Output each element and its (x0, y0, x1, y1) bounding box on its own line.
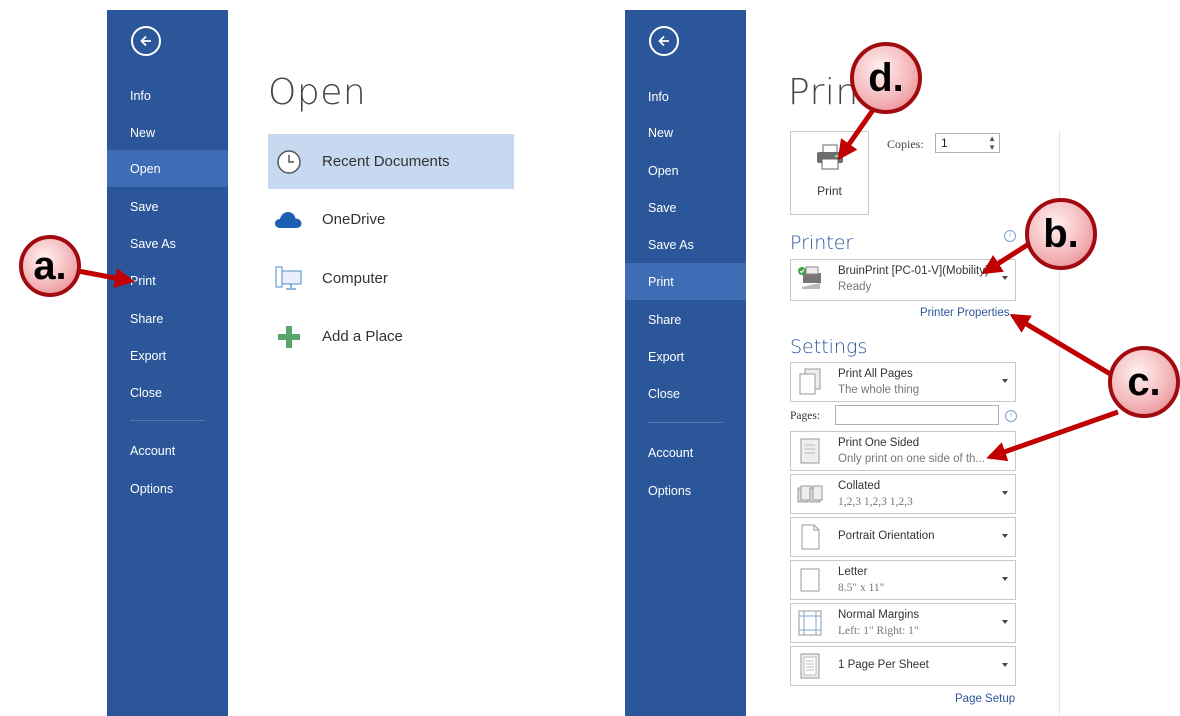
place-recent-documents[interactable]: Recent Documents (268, 134, 514, 189)
nav-divider (130, 420, 205, 421)
nav-new[interactable]: New (107, 114, 228, 151)
right-sidebar: Info New Open Save Save As Print Share E… (625, 10, 746, 716)
chevron-down-icon (1002, 491, 1008, 495)
place-label: Computer (322, 270, 388, 287)
margins-select[interactable]: Normal Margins Left: 1" Right: 1" (790, 603, 1016, 643)
printer-name: BruinPrint [PC-01-V](Mobility) (838, 265, 989, 277)
nav-close[interactable]: Close (625, 375, 746, 412)
back-arrow-icon[interactable] (649, 26, 679, 56)
sides-select[interactable]: Print One Sided Only print on one side o… (790, 431, 1016, 471)
printer-ready-icon (798, 266, 821, 289)
setting-main: Collated (838, 480, 881, 492)
chevron-down-icon (1002, 379, 1008, 383)
setting-main: Portrait Orientation (838, 530, 935, 542)
page-title-open: Open (268, 72, 367, 113)
chevron-down-icon (1002, 620, 1008, 624)
plus-icon (268, 325, 310, 348)
nav-close[interactable]: Close (107, 374, 228, 411)
callout-a: a. (19, 235, 81, 297)
copies-value: 1 (941, 136, 948, 150)
letter-page-icon (800, 568, 820, 592)
orientation-select[interactable]: Portrait Orientation (790, 517, 1016, 557)
copies-label: Copies: (887, 137, 924, 151)
back-arrow-icon[interactable] (131, 26, 161, 56)
copies-stepper[interactable]: 1 ▲ ▼ (935, 133, 1000, 153)
printer-status: Ready (838, 281, 872, 293)
nav-save-as[interactable]: Save As (625, 226, 746, 263)
nav-save[interactable]: Save (625, 189, 746, 226)
collation-select[interactable]: Collated 1,2,3 1,2,3 1,2,3 (790, 474, 1016, 514)
chevron-down-icon (1002, 663, 1008, 667)
nav-print[interactable]: Print (625, 263, 746, 300)
clock-icon (268, 149, 310, 175)
nav-new[interactable]: New (625, 114, 746, 151)
setting-main: 1 Page Per Sheet (838, 659, 929, 671)
nav-info[interactable]: Info (625, 78, 746, 115)
place-label: OneDrive (322, 211, 386, 228)
nav-share[interactable]: Share (625, 301, 746, 338)
pages-label: Pages: (790, 410, 821, 422)
nav-share[interactable]: Share (107, 300, 228, 337)
callout-d: d. (850, 42, 922, 114)
info-icon[interactable]: i (1005, 410, 1017, 422)
place-computer[interactable]: Computer (268, 251, 514, 306)
setting-sub: 8.5" x 11" (838, 582, 885, 594)
single-page-icon (800, 653, 820, 679)
pages-icon (799, 368, 821, 395)
portrait-page-icon (801, 524, 820, 550)
nav-export[interactable]: Export (625, 338, 746, 375)
callout-b: b. (1025, 198, 1097, 270)
printer-properties-link[interactable]: Printer Properties (920, 307, 1009, 319)
place-onedrive[interactable]: OneDrive (268, 192, 514, 247)
print-range-select[interactable]: Print All Pages The whole thing (790, 362, 1016, 402)
chevron-down-icon (1002, 276, 1008, 280)
paper-size-select[interactable]: Letter 8.5" x 11" (790, 560, 1016, 600)
spinner-arrows-icon[interactable]: ▲ ▼ (988, 134, 996, 152)
nav-account[interactable]: Account (625, 434, 746, 471)
nav-open[interactable]: Open (625, 152, 746, 189)
computer-icon (268, 266, 310, 292)
info-icon[interactable]: i (1004, 230, 1016, 242)
chevron-down-icon (1002, 577, 1008, 581)
setting-main: Print One Sided (838, 437, 920, 449)
nav-export[interactable]: Export (107, 337, 228, 374)
printer-select[interactable]: BruinPrint [PC-01-V](Mobility) Ready (790, 259, 1016, 301)
place-label: Recent Documents (322, 153, 450, 170)
nav-save[interactable]: Save (107, 188, 228, 225)
place-add-a-place[interactable]: Add a Place (268, 309, 514, 364)
setting-sub: The whole thing (838, 384, 920, 396)
nav-open[interactable]: Open (107, 150, 228, 187)
setting-sub: Left: 1" Right: 1" (838, 625, 919, 637)
nav-print[interactable]: Print (107, 262, 228, 299)
one-sided-icon (800, 438, 820, 464)
place-label: Add a Place (322, 328, 403, 345)
pages-input[interactable] (835, 405, 999, 425)
setting-sub: 1,2,3 1,2,3 1,2,3 (838, 496, 913, 508)
pages-per-sheet-select[interactable]: 1 Page Per Sheet (790, 646, 1016, 686)
nav-options[interactable]: Options (625, 472, 746, 509)
nav-divider (648, 422, 723, 423)
nav-save-as[interactable]: Save As (107, 225, 228, 262)
page-setup-link[interactable]: Page Setup (955, 693, 1015, 705)
printer-heading: Printer (790, 232, 854, 254)
nav-account[interactable]: Account (107, 432, 228, 469)
nav-options[interactable]: Options (107, 470, 228, 507)
printer-icon (817, 144, 843, 170)
setting-main: Normal Margins (838, 609, 920, 621)
setting-main: Print All Pages (838, 368, 913, 380)
arrow-c1 (1009, 313, 1119, 381)
cloud-icon (268, 210, 310, 230)
margins-icon (798, 610, 822, 636)
chevron-down-icon (1002, 534, 1008, 538)
left-sidebar: Info New Open Save Save As Print Share E… (107, 10, 228, 716)
nav-info[interactable]: Info (107, 77, 228, 114)
callout-c: c. (1108, 346, 1180, 418)
setting-sub: Only print on one side of th... (838, 453, 986, 465)
setting-main: Letter (838, 566, 868, 578)
collated-icon (797, 485, 823, 503)
print-button-label: Print (817, 184, 842, 198)
settings-heading: Settings (790, 336, 868, 358)
print-button[interactable]: Print (790, 131, 869, 215)
